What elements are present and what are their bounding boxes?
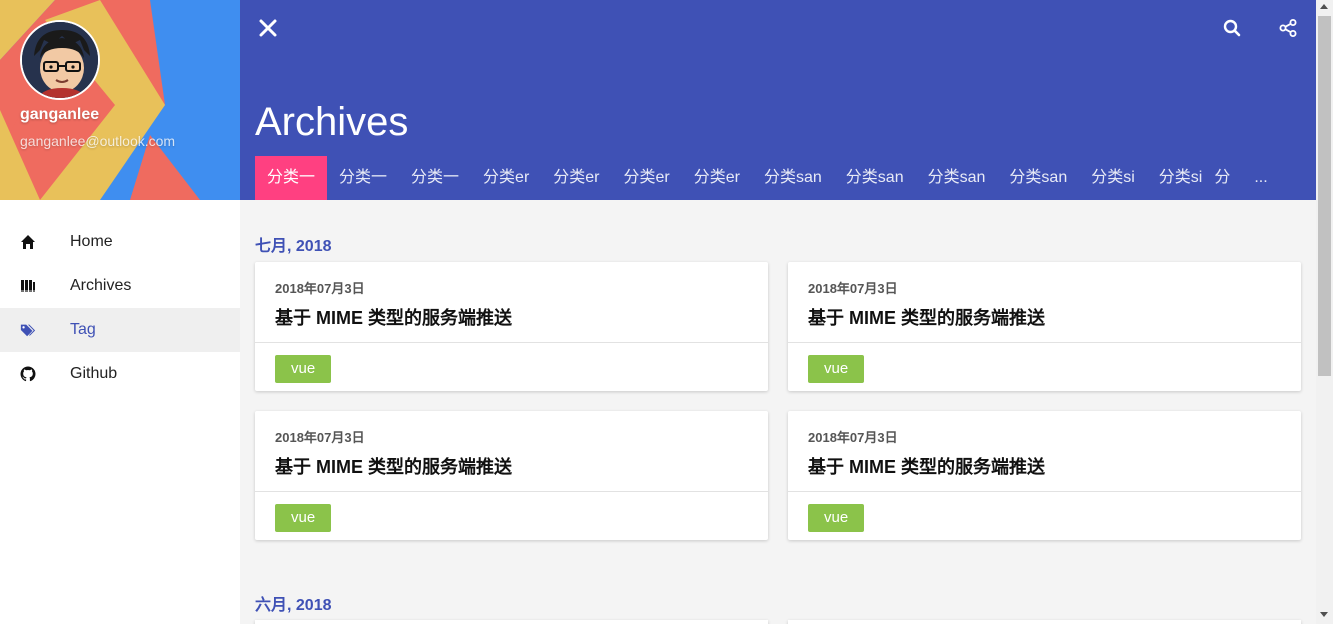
post-date: 2018年07月3日: [808, 281, 898, 296]
post-card[interactable]: 2018年07月3日 基于 MIME 类型的服务端推送 vue: [788, 262, 1301, 391]
post-date: 2018年07月3日: [808, 430, 898, 445]
app-header: Archives 分类一 分类一 分类一 分类er 分类er 分类er 分类er…: [240, 0, 1316, 200]
tab-category[interactable]: 分类一: [255, 156, 328, 200]
tab-category[interactable]: 分类er: [612, 156, 682, 200]
sidebar-item-label: Archives: [70, 277, 132, 294]
tab-category[interactable]: 分类er: [682, 156, 752, 200]
post-date: 2018年07月3日: [275, 281, 365, 296]
archive-content: 七月, 2018 2018年07月3日 基于 MIME 类型的服务端推送 vue…: [255, 200, 1301, 624]
tag-icon: [20, 322, 36, 338]
search-icon: [1223, 19, 1241, 37]
tab-category[interactable]: 分类er: [541, 156, 611, 200]
post-tag[interactable]: vue: [808, 355, 865, 383]
sidebar-item-label: Tag: [70, 321, 96, 338]
close-button[interactable]: [258, 18, 278, 38]
tab-category[interactable]: 分: [1214, 156, 1240, 200]
card-divider: [255, 342, 768, 343]
sidebar-item-label: Home: [70, 233, 113, 250]
sidebar-nav: Home Archives Tag Github: [0, 200, 240, 396]
post-tag[interactable]: vue: [808, 504, 865, 532]
github-icon: [20, 366, 36, 382]
post-date: 2018年07月3日: [275, 430, 365, 445]
card-divider: [788, 491, 1301, 492]
post-tag[interactable]: vue: [275, 504, 332, 532]
tab-category[interactable]: 分类si: [1079, 156, 1147, 200]
sidebar-item-home[interactable]: Home: [0, 220, 240, 264]
close-icon: [259, 19, 277, 37]
share-button[interactable]: [1278, 18, 1298, 38]
tab-more-button[interactable]: ...: [1248, 156, 1273, 200]
archives-icon: [20, 278, 36, 294]
home-icon: [20, 234, 36, 250]
post-card[interactable]: 2018年07月3日 基于 MIME 类型的服务端推送 vue: [255, 262, 768, 391]
profile-name: ganganlee: [20, 106, 100, 123]
tab-category[interactable]: 分类一: [327, 156, 399, 200]
card-divider: [788, 342, 1301, 343]
post-title[interactable]: 基于 MIME 类型的服务端推送: [275, 453, 512, 479]
page-scrollbar[interactable]: [1316, 0, 1333, 624]
post-title[interactable]: 基于 MIME 类型的服务端推送: [275, 304, 512, 330]
card-divider: [255, 491, 768, 492]
post-title[interactable]: 基于 MIME 类型的服务端推送: [808, 304, 1045, 330]
tab-category[interactable]: 分类一: [399, 156, 471, 200]
month-heading: 六月, 2018: [255, 597, 332, 614]
profile-email: ganganlee@outlook.com: [20, 133, 176, 149]
post-card[interactable]: 2018年07月3日 基于 MIME 类型的服务端推送 vue: [255, 411, 768, 540]
search-button[interactable]: [1222, 18, 1242, 38]
share-icon: [1279, 19, 1297, 37]
app-window: ganganlee ganganlee@outlook.com Home Arc…: [0, 0, 1333, 624]
sidebar-item-tag[interactable]: Tag: [0, 308, 240, 352]
month-heading: 七月, 2018: [255, 238, 332, 255]
scroll-up-icon[interactable]: [1320, 4, 1328, 9]
post-card[interactable]: 2018年07月3日 基于 MIME 类型的服务端推送 vue: [788, 411, 1301, 540]
post-tag[interactable]: vue: [275, 355, 332, 383]
tab-category[interactable]: 分类si: [1147, 156, 1215, 200]
scroll-thumb[interactable]: [1318, 16, 1331, 376]
sidebar-item-label: Github: [70, 365, 118, 382]
scroll-down-icon[interactable]: [1320, 612, 1328, 617]
post-card[interactable]: [255, 620, 768, 624]
post-title[interactable]: 基于 MIME 类型的服务端推送: [808, 453, 1045, 479]
tab-category[interactable]: 分类san: [834, 156, 916, 200]
profile-header: ganganlee ganganlee@outlook.com: [0, 0, 240, 200]
tab-category[interactable]: 分类san: [916, 156, 998, 200]
avatar[interactable]: [20, 20, 100, 100]
tab-category[interactable]: 分类er: [471, 156, 541, 200]
post-card[interactable]: [788, 620, 1301, 624]
category-tabs: 分类一 分类一 分类一 分类er 分类er 分类er 分类er 分类san 分类…: [255, 156, 1275, 200]
sidebar-item-archives[interactable]: Archives: [0, 264, 240, 308]
tab-category[interactable]: 分类san: [752, 156, 834, 200]
sidebar: ganganlee ganganlee@outlook.com Home Arc…: [0, 0, 240, 624]
sidebar-item-github[interactable]: Github: [0, 352, 240, 396]
page-title: Archives: [255, 100, 409, 144]
tab-category[interactable]: 分类san: [997, 156, 1079, 200]
